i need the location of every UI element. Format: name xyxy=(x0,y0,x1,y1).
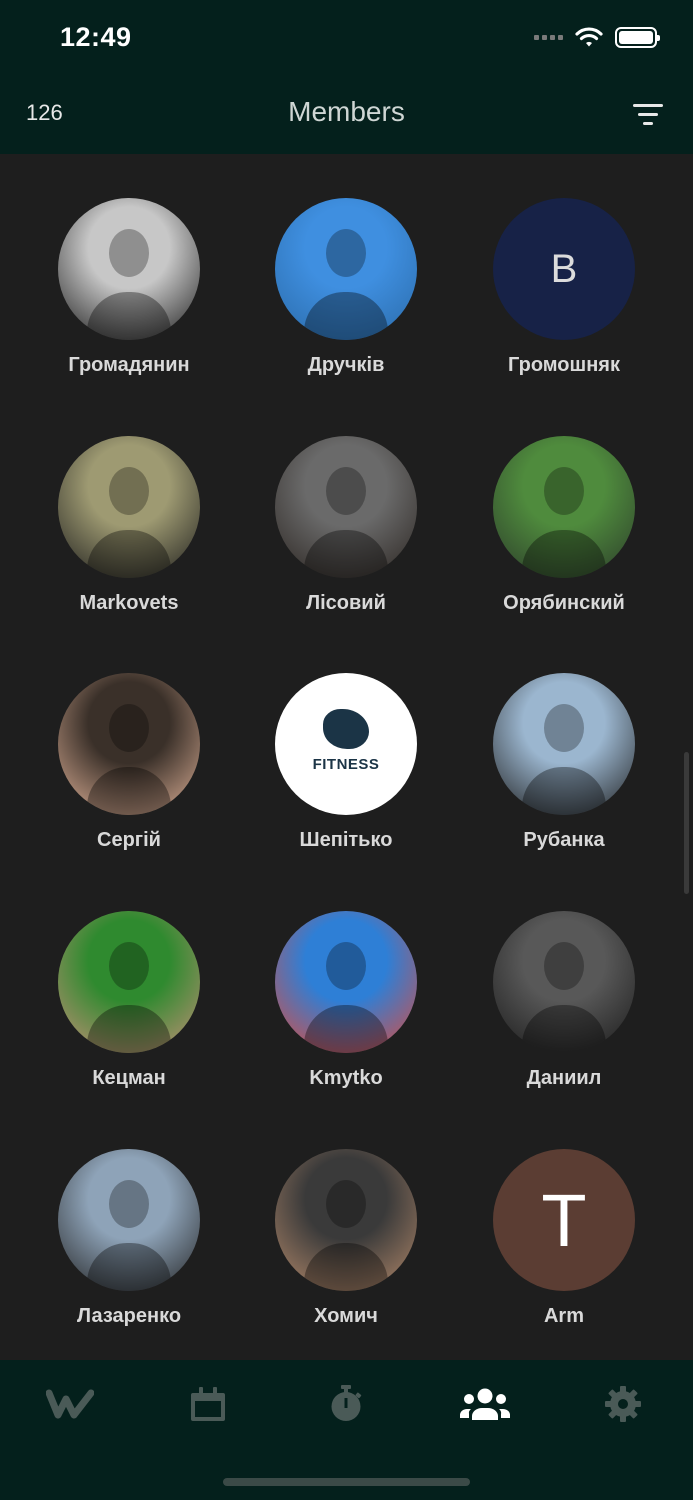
avatar: B xyxy=(493,198,635,340)
person-body xyxy=(87,1243,171,1291)
tab-timer[interactable] xyxy=(316,1382,376,1426)
member-item[interactable]: Хомич xyxy=(246,1149,446,1328)
member-name: Даниил xyxy=(526,1067,602,1089)
person-photo xyxy=(326,229,366,278)
avatar-letter: B xyxy=(550,246,578,291)
w-logo-icon xyxy=(46,1389,94,1419)
person-photo xyxy=(544,467,584,516)
member-item[interactable]: Кецман xyxy=(29,911,229,1090)
scrollbar[interactable] xyxy=(684,752,689,894)
member-item[interactable]: Сергій xyxy=(29,673,229,852)
avatar xyxy=(58,198,200,340)
person-photo xyxy=(109,942,149,991)
avatar-letter: T xyxy=(541,1178,587,1262)
person-body xyxy=(87,292,171,340)
member-item[interactable]: Kmytko xyxy=(246,911,446,1090)
member-name: Лісовий xyxy=(306,592,386,614)
filter-icon[interactable] xyxy=(633,104,663,126)
tab-settings[interactable] xyxy=(593,1382,653,1426)
member-name: Рубанка xyxy=(523,829,605,851)
tab-members[interactable] xyxy=(455,1382,515,1426)
avatar xyxy=(493,673,635,815)
member-item[interactable]: Лісовий xyxy=(246,436,446,615)
status-bar: 12:49 xyxy=(0,0,693,78)
member-item[interactable]: Markovets xyxy=(29,436,229,615)
member-name: Громошняк xyxy=(508,354,620,376)
tab-calendar[interactable] xyxy=(178,1382,238,1426)
person-photo xyxy=(326,942,366,991)
person-body xyxy=(522,1005,606,1053)
person-photo xyxy=(109,1180,149,1229)
avatar xyxy=(275,911,417,1053)
person-photo xyxy=(326,467,366,516)
gear-icon xyxy=(605,1386,641,1422)
person-photo xyxy=(544,942,584,991)
avatar xyxy=(275,1149,417,1291)
person-photo xyxy=(109,704,149,753)
member-name: Хомич xyxy=(314,1305,378,1327)
member-name: Лазаренко xyxy=(76,1305,182,1327)
app-header: 126 Members xyxy=(0,78,693,154)
stopwatch-icon xyxy=(331,1385,362,1421)
avatar: T xyxy=(493,1149,635,1291)
avatar xyxy=(275,436,417,578)
person-body xyxy=(87,767,171,815)
person-photo xyxy=(109,229,149,278)
member-name: Дручків xyxy=(307,354,385,376)
avatar xyxy=(58,911,200,1053)
member-name: Шепітько xyxy=(299,829,393,851)
member-name: Громадянин xyxy=(68,354,190,376)
status-time: 12:49 xyxy=(60,22,132,52)
tab-bar xyxy=(0,1360,693,1500)
member-name: Markovets xyxy=(79,592,179,614)
avatar xyxy=(493,911,635,1053)
cellular-signal-icon xyxy=(534,34,563,40)
avatar xyxy=(58,1149,200,1291)
home-indicator xyxy=(223,1478,470,1486)
avatar xyxy=(58,673,200,815)
member-item[interactable]: Громадянин xyxy=(29,198,229,377)
person-body xyxy=(87,530,171,578)
fitness-logo-icon xyxy=(323,709,369,749)
avatar xyxy=(58,436,200,578)
person-body xyxy=(522,767,606,815)
member-name: Орябинский xyxy=(503,592,625,614)
member-item[interactable]: Орябинский xyxy=(464,436,664,615)
tab-workouts[interactable] xyxy=(40,1382,100,1426)
member-item[interactable]: FITNESS Шепітько xyxy=(246,673,446,852)
calendar-icon xyxy=(191,1387,225,1421)
person-photo xyxy=(326,1180,366,1229)
person-body xyxy=(304,1005,388,1053)
battery-icon xyxy=(615,26,660,48)
member-name: Кецман xyxy=(92,1067,166,1089)
users-icon xyxy=(460,1388,510,1420)
member-name: Kmytko xyxy=(309,1067,383,1089)
avatar xyxy=(275,198,417,340)
member-name: Сергій xyxy=(97,829,161,851)
member-item[interactable]: Рубанка xyxy=(464,673,664,852)
person-body xyxy=(304,292,388,340)
person-photo xyxy=(109,467,149,516)
member-item[interactable]: Даниил xyxy=(464,911,664,1090)
logo-text: FITNESS xyxy=(312,755,380,773)
avatar xyxy=(493,436,635,578)
member-item[interactable]: T Arm xyxy=(464,1149,664,1328)
person-photo xyxy=(544,704,584,753)
person-body xyxy=(87,1005,171,1053)
avatar: FITNESS xyxy=(275,673,417,815)
wifi-icon xyxy=(575,27,603,47)
person-body xyxy=(304,1243,388,1291)
member-item[interactable]: B Громошняк xyxy=(464,198,664,377)
person-body xyxy=(522,530,606,578)
member-item[interactable]: Лазаренко xyxy=(29,1149,229,1328)
person-body xyxy=(304,530,388,578)
member-item[interactable]: Дручків xyxy=(246,198,446,377)
member-name: Arm xyxy=(543,1305,584,1327)
status-icons xyxy=(534,26,660,48)
page-title: Members xyxy=(288,96,405,127)
members-grid: Громадянин Дручків B Громошняк Markovets Лісо… xyxy=(0,154,693,1360)
